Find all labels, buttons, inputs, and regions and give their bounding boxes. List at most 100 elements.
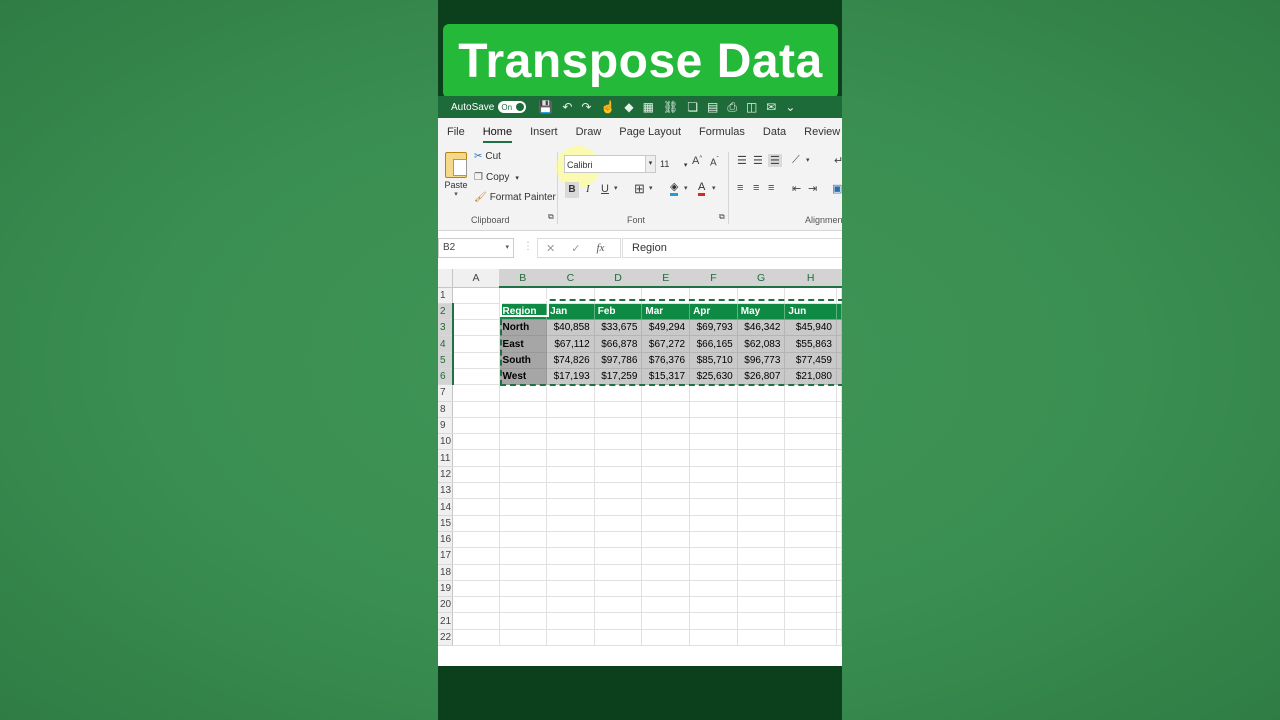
italic-button[interactable]: I: [586, 183, 590, 195]
value-cell[interactable]: $69,793: [689, 319, 738, 337]
cell[interactable]: [452, 547, 500, 565]
increase-font-icon[interactable]: A^: [692, 155, 702, 167]
cell[interactable]: [641, 417, 691, 435]
cell[interactable]: [784, 401, 837, 418]
cell[interactable]: [641, 564, 691, 581]
cancel-icon[interactable]: ✕: [546, 242, 555, 255]
cell[interactable]: [689, 596, 738, 614]
cell[interactable]: [641, 449, 691, 467]
row-header[interactable]: 3: [438, 319, 454, 337]
cell[interactable]: [452, 368, 500, 386]
value-cell[interactable]: $40,858: [546, 319, 595, 337]
cell[interactable]: [594, 629, 643, 647]
font-color-icon[interactable]: A: [698, 181, 706, 196]
cell[interactable]: [836, 466, 842, 484]
cell[interactable]: [641, 612, 691, 630]
worksheet-grid[interactable]: ABCDEFGH 1 2 Region Jan Feb Mar Apr May Jun 3 Nort…: [438, 269, 842, 666]
cell[interactable]: [546, 564, 595, 581]
cell[interactable]: [784, 433, 837, 451]
cell[interactable]: [641, 547, 691, 565]
cell[interactable]: [546, 287, 595, 304]
cell[interactable]: [737, 515, 786, 532]
cell[interactable]: [836, 564, 842, 581]
cell[interactable]: [594, 564, 643, 581]
cell[interactable]: [689, 449, 738, 467]
row-header[interactable]: 11: [438, 449, 454, 467]
cell[interactable]: [737, 287, 786, 304]
cell[interactable]: [836, 417, 842, 435]
cell[interactable]: [737, 384, 786, 402]
bold-button[interactable]: B: [565, 182, 579, 198]
cell[interactable]: [784, 596, 837, 614]
cell[interactable]: [499, 449, 548, 467]
cell[interactable]: [784, 547, 837, 565]
cell[interactable]: [641, 629, 691, 647]
cell[interactable]: [784, 531, 837, 549]
cell[interactable]: [499, 287, 548, 304]
cell[interactable]: [546, 401, 595, 418]
table-icon[interactable]: ▦: [643, 100, 654, 115]
cell[interactable]: [836, 629, 842, 647]
cell[interactable]: [499, 466, 548, 484]
cell[interactable]: [689, 401, 738, 418]
cell[interactable]: [546, 498, 595, 516]
cell[interactable]: [737, 564, 786, 581]
name-box-dropdown-icon[interactable]: ▾: [505, 239, 509, 257]
row-header[interactable]: 2: [438, 303, 454, 321]
cell[interactable]: [499, 612, 548, 630]
cell[interactable]: [836, 335, 842, 353]
cell[interactable]: [836, 287, 842, 304]
cell[interactable]: [689, 498, 738, 516]
align-right-icon[interactable]: ≡: [768, 182, 774, 194]
cell[interactable]: [737, 531, 786, 549]
cell[interactable]: [546, 482, 595, 500]
tab-file[interactable]: File: [438, 118, 474, 146]
align-top-icon[interactable]: ☰: [737, 154, 747, 167]
cell[interactable]: [594, 401, 643, 418]
cell[interactable]: [452, 449, 500, 467]
cell[interactable]: [836, 596, 842, 614]
cell[interactable]: [452, 433, 500, 451]
value-cell[interactable]: $74,826: [546, 352, 595, 369]
value-cell[interactable]: $76,376: [641, 352, 691, 369]
cell[interactable]: [499, 596, 548, 614]
cell[interactable]: [452, 352, 500, 369]
align-middle-icon[interactable]: ☰: [753, 154, 763, 167]
cell[interactable]: [594, 498, 643, 516]
cell[interactable]: [546, 417, 595, 435]
cell[interactable]: [836, 401, 842, 418]
cell[interactable]: [452, 303, 500, 321]
formula-input[interactable]: Region: [622, 238, 842, 258]
row-header[interactable]: 20: [438, 596, 454, 614]
cell[interactable]: [737, 629, 786, 647]
cell[interactable]: [452, 335, 500, 353]
cell[interactable]: [546, 515, 595, 532]
cell[interactable]: [836, 352, 842, 369]
cell[interactable]: [499, 547, 548, 565]
value-cell[interactable]: $85,710: [689, 352, 738, 369]
header-cell[interactable]: Mar: [641, 303, 691, 321]
row-header[interactable]: 8: [438, 401, 454, 418]
value-cell[interactable]: $67,112: [546, 335, 595, 353]
cell[interactable]: [641, 401, 691, 418]
cell[interactable]: [452, 596, 500, 614]
cell[interactable]: [836, 384, 842, 402]
cell[interactable]: [546, 547, 595, 565]
cell[interactable]: [737, 433, 786, 451]
row-header[interactable]: 10: [438, 433, 454, 451]
cell[interactable]: [546, 466, 595, 484]
cell[interactable]: [689, 433, 738, 451]
value-cell[interactable]: $17,259: [594, 368, 643, 386]
value-cell[interactable]: $45,940: [784, 319, 837, 337]
value-cell[interactable]: $46,342: [737, 319, 786, 337]
cell[interactable]: [499, 401, 548, 418]
tab-data[interactable]: Data: [754, 118, 795, 146]
align-bottom-icon[interactable]: ☰: [768, 154, 782, 167]
cell[interactable]: [452, 531, 500, 549]
value-cell[interactable]: $77,459: [784, 352, 837, 369]
value-cell[interactable]: $67,272: [641, 335, 691, 353]
cell[interactable]: [452, 401, 500, 418]
column-header-c[interactable]: C: [546, 269, 595, 288]
redo-icon[interactable]: ↷: [581, 100, 591, 115]
value-cell[interactable]: $15,317: [641, 368, 691, 386]
